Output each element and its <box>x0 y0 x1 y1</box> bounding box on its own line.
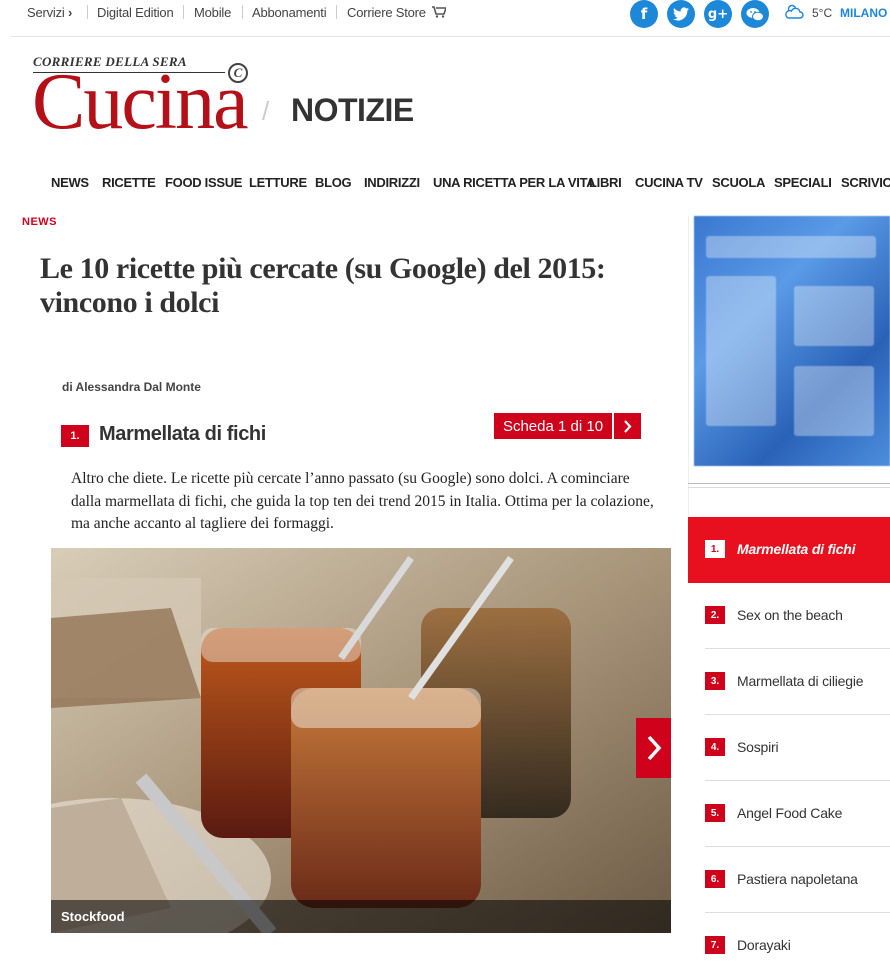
servizi-link[interactable]: Servizi › <box>27 5 72 20</box>
divider <box>242 5 243 19</box>
nav-cucina-tv[interactable]: CUCINA TV <box>635 175 703 190</box>
nav-blog[interactable]: BLOG <box>315 175 352 190</box>
nav-news[interactable]: NEWS <box>51 175 89 190</box>
list-item-number: 3. <box>705 672 725 690</box>
nav-una-ricetta-per-la-vita[interactable]: UNA RICETTA PER LA VITA <box>433 175 596 190</box>
list-item[interactable]: 6. Pastiera napoletana <box>688 847 890 913</box>
nav-libri[interactable]: LIBRI <box>589 175 622 190</box>
nav-scrivici[interactable]: SCRIVICI <box>841 175 890 190</box>
cart-icon <box>432 6 448 18</box>
article-title: Le 10 ricette più cercate (su Google) de… <box>40 252 606 319</box>
nav-ricette[interactable]: RICETTE <box>102 175 156 190</box>
nav-letture[interactable]: LETTURE <box>249 175 307 190</box>
list-item[interactable]: 2. Sex on the beach <box>688 583 890 649</box>
section-title: NOTIZIE <box>291 92 414 128</box>
article-byline: di Alessandra Dal Monte <box>62 380 201 394</box>
logo-cucina[interactable]: Cucina <box>32 62 249 142</box>
article-kicker[interactable]: NEWS <box>22 216 57 228</box>
chevron-right-icon <box>647 735 661 761</box>
divider <box>11 36 890 37</box>
list-item-label: Angel Food Cake <box>737 805 843 821</box>
twitter-icon[interactable] <box>667 0 695 28</box>
photo-caption: Stockfood <box>61 909 125 924</box>
advertisement-banner[interactable] <box>694 216 890 466</box>
nav-food-issue[interactable]: FOOD ISSUE <box>165 175 242 190</box>
digital-edition-link[interactable]: Digital Edition <box>97 5 174 20</box>
scheda-counter: Scheda 1 di 10 <box>494 413 612 439</box>
list-item-number: 4. <box>705 738 725 756</box>
divider <box>336 5 337 19</box>
chevron-right-icon <box>624 419 632 433</box>
list-item[interactable]: 7. Dorayaki <box>688 913 890 979</box>
list-item-number: 6. <box>705 870 725 888</box>
list-item-label: Marmellata di fichi <box>737 541 856 557</box>
divider <box>183 5 184 19</box>
list-item-number: 7. <box>705 936 725 954</box>
list-item[interactable]: 5. Angel Food Cake <box>688 781 890 847</box>
list-item-number: 5. <box>705 804 725 822</box>
list-item-label: Sospiri <box>737 739 779 755</box>
facebook-icon[interactable]: f <box>630 0 658 28</box>
corriere-store-link[interactable]: Corriere Store <box>347 5 448 20</box>
nav-speciali[interactable]: SPECIALI <box>774 175 832 190</box>
article-photo: Stockfood <box>51 548 671 933</box>
divider <box>688 216 689 516</box>
item-title: Marmellata di fichi <box>99 423 266 445</box>
list-item[interactable]: 1. Marmellata di fichi <box>688 517 890 583</box>
list-item-label: Marmellata di ciliegie <box>737 673 864 689</box>
caption-bar <box>51 900 671 933</box>
list-item-label: Pastiera napoletana <box>737 871 858 887</box>
next-scheda-button[interactable] <box>614 413 641 439</box>
divider <box>688 483 890 484</box>
photo-next-button[interactable] <box>636 718 671 778</box>
weather-temperature: 5°C <box>812 6 833 20</box>
list-item[interactable]: 4. Sospiri <box>688 715 890 781</box>
nav-scuola[interactable]: SCUOLA <box>712 175 765 190</box>
list-item-number: 2. <box>705 606 725 624</box>
top-bar: Servizi › Digital Edition Mobile Abbonam… <box>0 0 890 30</box>
weather-cloud-sun-icon <box>785 4 804 19</box>
list-item-number: 1. <box>705 540 725 558</box>
list-item[interactable]: 3. Marmellata di ciliegie <box>688 649 890 715</box>
divider <box>688 487 890 488</box>
divider <box>87 5 88 19</box>
google-plus-icon[interactable]: g+ <box>704 0 732 28</box>
weather-city[interactable]: MILANO <box>840 6 887 20</box>
chevron-right-icon: › <box>68 5 73 20</box>
article-body: Altro che diete. Le ricette più cercate … <box>71 470 654 532</box>
jam-jars-photo <box>51 548 671 933</box>
item-number-badge: 1. <box>61 425 89 447</box>
wechat-icon[interactable] <box>741 0 769 28</box>
list-item-label: Sex on the beach <box>737 607 843 623</box>
mobile-link[interactable]: Mobile <box>194 5 231 20</box>
abbonamenti-link[interactable]: Abbonamenti <box>252 5 327 20</box>
brand-slash: / <box>262 96 270 126</box>
list-item-label: Dorayaki <box>737 937 791 953</box>
nav-indirizzi[interactable]: INDIRIZZI <box>364 175 420 190</box>
